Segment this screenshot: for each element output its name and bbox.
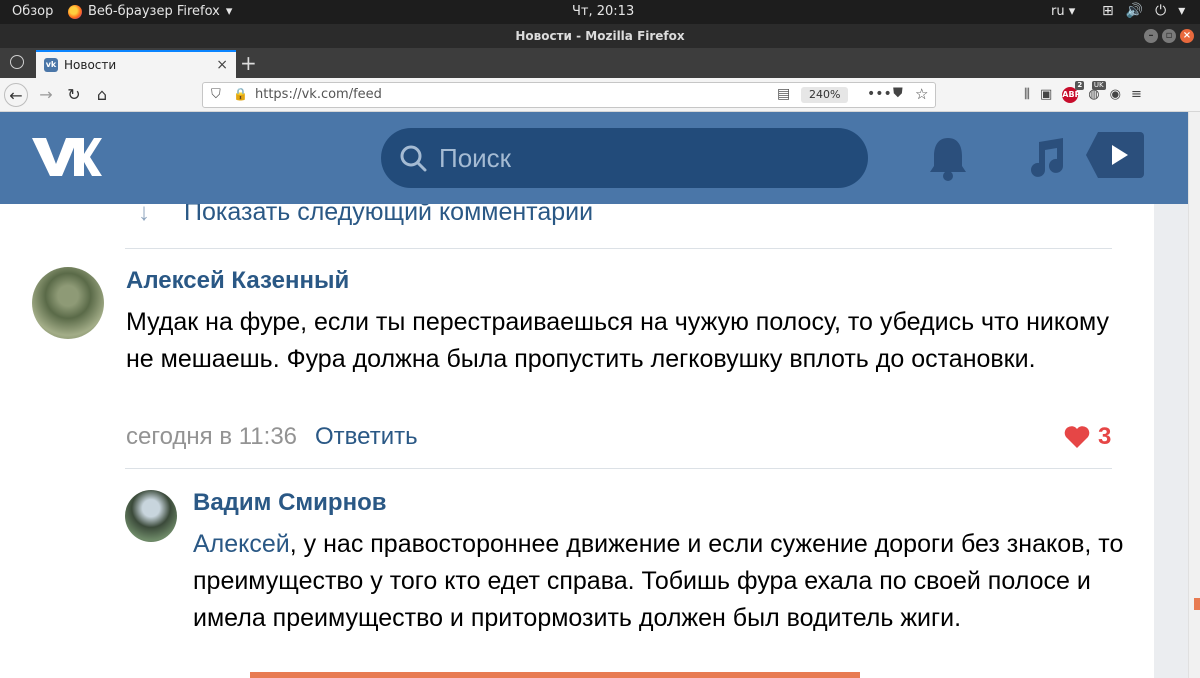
window-controls: – ▫ × <box>1144 29 1194 43</box>
arrow-down-icon: ↓ <box>138 204 150 226</box>
account-icon[interactable]: ◉ <box>1110 87 1121 103</box>
forward-button[interactable]: → <box>34 83 58 107</box>
home-button[interactable]: ⌂ <box>90 83 114 107</box>
right-gutter <box>1154 204 1188 678</box>
menu-icon[interactable]: ≡ <box>1131 87 1142 103</box>
adblock-badge: 2 <box>1075 81 1085 90</box>
shield-icon[interactable]: ⛉ <box>211 87 221 102</box>
vk-favicon-icon: vk <box>44 58 58 72</box>
scrollbar[interactable] <box>1188 112 1200 678</box>
vk-logo-icon[interactable] <box>30 132 102 182</box>
url-text[interactable]: https://vk.com/feed <box>255 87 382 102</box>
bookmark-star-icon[interactable]: ☆ <box>915 85 928 103</box>
comment-body: , у нас правостороннее движение и если с… <box>193 530 1124 632</box>
comment-author[interactable]: Алексей Казенный <box>126 267 349 295</box>
pocket-icon[interactable]: ⛊ <box>893 86 903 101</box>
comment-text: Алексей, у нас правостороннее движение и… <box>193 526 1138 637</box>
translate-badge: UK <box>1091 81 1106 90</box>
globe-icon[interactable] <box>10 55 24 69</box>
chevron-down-icon: ▾ <box>225 4 233 19</box>
url-bar[interactable]: ⛉ 🔒 https://vk.com/feed ▤ 240% ••• ⛊ ☆ <box>202 82 936 108</box>
divider <box>125 468 1112 469</box>
bell-icon[interactable] <box>928 136 968 182</box>
like-count: 3 <box>1098 423 1112 450</box>
vk-search-box[interactable] <box>381 128 868 188</box>
comment-time[interactable]: сегодня в 11:36 <box>126 423 297 451</box>
feed-content: ↓ Показать следующий комментарии Алексей… <box>0 204 1188 678</box>
comment-author[interactable]: Вадим Смирнов <box>193 489 387 517</box>
window-title: Новости - Mozilla Firefox <box>515 29 685 43</box>
clock[interactable]: Чт, 20:13 <box>572 4 634 19</box>
activities-button[interactable]: Обзор <box>12 4 53 19</box>
system-top-bar: Обзор Веб-браузер Firefox ▾ Чт, 20:13 ru… <box>0 0 1200 24</box>
sidebar-icon[interactable]: ▣ <box>1040 87 1052 103</box>
show-more-comments[interactable]: ↓ Показать следующий комментарии <box>138 204 593 227</box>
horizontal-scrollbar[interactable] <box>250 672 860 678</box>
avatar[interactable] <box>32 267 104 339</box>
scroll-marker <box>1194 598 1200 610</box>
heart-icon <box>1064 426 1090 448</box>
lock-icon[interactable]: 🔒 <box>233 87 248 101</box>
reload-button[interactable]: ↻ <box>62 83 86 107</box>
volume-icon: 🔊 <box>1125 3 1144 19</box>
reply-link[interactable]: Ответить <box>315 423 418 451</box>
close-tab-icon[interactable]: × <box>216 57 228 73</box>
vk-header <box>0 112 1188 204</box>
navigation-bar: ← → ↻ ⌂ ⛉ 🔒 https://vk.com/feed ▤ 240% •… <box>0 78 1200 112</box>
system-tray[interactable]: ⊞ 🔊 ⏻ ▾ <box>1102 3 1185 19</box>
adblock-icon[interactable]: ABP 2 <box>1062 81 1085 103</box>
library-icon[interactable]: ⫼ <box>1024 87 1030 103</box>
search-input[interactable] <box>439 140 839 176</box>
back-button[interactable]: ← <box>4 83 28 107</box>
keyboard-layout-label: ru <box>1051 4 1065 19</box>
firefox-icon <box>68 4 82 19</box>
app-menu[interactable]: Веб-браузер Firefox ▾ <box>68 4 232 19</box>
network-icon: ⊞ <box>1102 3 1114 19</box>
power-icon: ⏻ <box>1155 3 1167 19</box>
comment-text: Мудак на фуре, если ты перестраиваешься … <box>126 308 1109 373</box>
translate-icon[interactable]: ◍ UK <box>1088 81 1106 103</box>
minimize-button[interactable]: – <box>1144 29 1158 43</box>
avatar[interactable] <box>125 490 177 542</box>
search-icon <box>400 145 427 172</box>
maximize-button[interactable]: ▫ <box>1162 29 1176 43</box>
show-more-label: Показать следующий комментарии <box>184 204 594 226</box>
mention-link[interactable]: Алексей <box>193 530 290 558</box>
music-note-icon[interactable] <box>1025 136 1067 182</box>
reader-view-icon[interactable]: ▤ <box>777 86 790 102</box>
divider <box>125 248 1112 249</box>
chevron-down-icon: ▾ <box>1178 3 1186 19</box>
app-menu-label: Веб-браузер Firefox <box>88 4 220 19</box>
tab-news[interactable]: vk Новости × <box>36 50 236 78</box>
video-play-icon[interactable] <box>1086 132 1144 178</box>
new-tab-button[interactable]: + <box>240 51 257 75</box>
tab-strip: vk Новости × + <box>0 48 1200 78</box>
zoom-level[interactable]: 240% <box>801 87 849 103</box>
comment-meta: сегодня в 11:36 Ответить <box>126 423 418 451</box>
close-window-button[interactable]: × <box>1180 29 1194 43</box>
keyboard-layout[interactable]: ru ▾ <box>1051 4 1075 19</box>
page-actions-icon[interactable]: ••• <box>867 86 892 102</box>
like-button[interactable]: 3 <box>1064 423 1111 451</box>
tab-title: Новости <box>64 58 117 72</box>
toolbar-right: ⫼ ▣ ABP 2 ◍ UK ◉ ≡ <box>1024 81 1142 103</box>
window-title-bar: Новости - Mozilla Firefox – ▫ × <box>0 24 1200 48</box>
